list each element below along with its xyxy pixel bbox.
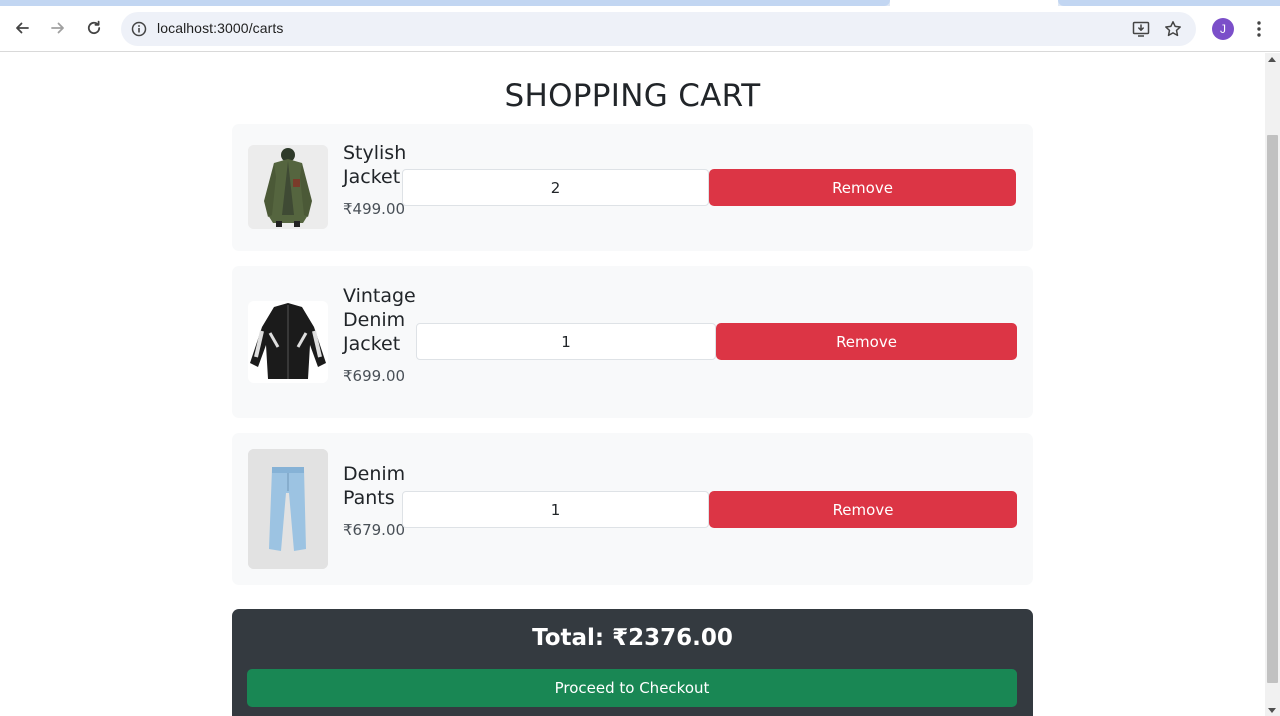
product-name-line: Jacket: [343, 166, 401, 188]
browser-toolbar: localhost:3000/carts J: [0, 6, 1280, 52]
address-bar[interactable]: localhost:3000/carts: [121, 12, 1196, 46]
product-image: [248, 145, 328, 229]
reload-button[interactable]: [78, 12, 110, 44]
product-name-line: Jacket: [343, 333, 401, 355]
scroll-down-arrow-icon[interactable]: [1268, 708, 1276, 713]
forward-button[interactable]: [42, 12, 74, 44]
product-name-line: Pants: [343, 487, 395, 509]
scroll-up-arrow-icon[interactable]: [1268, 57, 1276, 62]
scrollbar-thumb[interactable]: [1267, 135, 1278, 683]
pants-image-icon: [248, 449, 328, 569]
jacket-image-icon: [248, 145, 328, 229]
product-name-line: Vintage: [343, 285, 416, 307]
reload-icon: [87, 20, 101, 35]
arrow-left-icon: [16, 22, 29, 34]
cart-total: Total: ₹2376.00: [532, 625, 733, 651]
product-name: Vintage Denim Jacket: [343, 284, 416, 356]
page-title: SHOPPING CART: [504, 78, 761, 114]
page-viewport: SHOPPING CART Stylish Jacket ₹499.00 Rem…: [0, 53, 1280, 716]
remove-button[interactable]: Remove: [716, 323, 1017, 360]
url-text[interactable]: localhost:3000/carts: [157, 20, 284, 36]
cart-item-card: Stylish Jacket ₹499.00 Remove: [232, 124, 1033, 251]
install-app-icon[interactable]: [1131, 19, 1151, 39]
more-vert-icon: [1257, 21, 1261, 37]
cart-item-card: Denim Pants ₹679.00 Remove: [232, 433, 1033, 585]
product-image: [248, 449, 328, 569]
product-name-line: Denim: [343, 463, 406, 485]
cart-summary: Total: ₹2376.00 Proceed to Checkout: [232, 609, 1033, 716]
cart-item-card: Vintage Denim Jacket ₹699.00 Remove: [232, 266, 1033, 418]
page-scrollbar[interactable]: [1265, 53, 1280, 716]
product-price: ₹499.00: [343, 200, 406, 218]
jacket-image-icon: [248, 301, 328, 383]
product-name-line: Stylish: [343, 142, 407, 164]
product-name: Stylish Jacket: [343, 141, 406, 189]
remove-button[interactable]: Remove: [709, 491, 1017, 528]
arrow-right-icon: [51, 22, 64, 34]
quantity-input[interactable]: [402, 491, 709, 528]
product-price: ₹699.00: [343, 367, 406, 385]
back-button[interactable]: [6, 12, 38, 44]
product-price: ₹679.00: [343, 521, 406, 539]
site-info-icon[interactable]: [130, 20, 148, 38]
quantity-input[interactable]: [402, 169, 709, 206]
checkout-button[interactable]: Proceed to Checkout: [247, 669, 1017, 707]
quantity-input[interactable]: [416, 323, 716, 360]
browser-menu-button[interactable]: [1246, 14, 1272, 44]
product-name-line: Denim: [343, 309, 406, 331]
remove-button[interactable]: Remove: [709, 169, 1016, 206]
profile-avatar[interactable]: J: [1212, 18, 1234, 40]
product-image: [248, 301, 328, 383]
bookmark-star-icon[interactable]: [1163, 19, 1183, 39]
product-name: Denim Pants: [343, 462, 405, 510]
